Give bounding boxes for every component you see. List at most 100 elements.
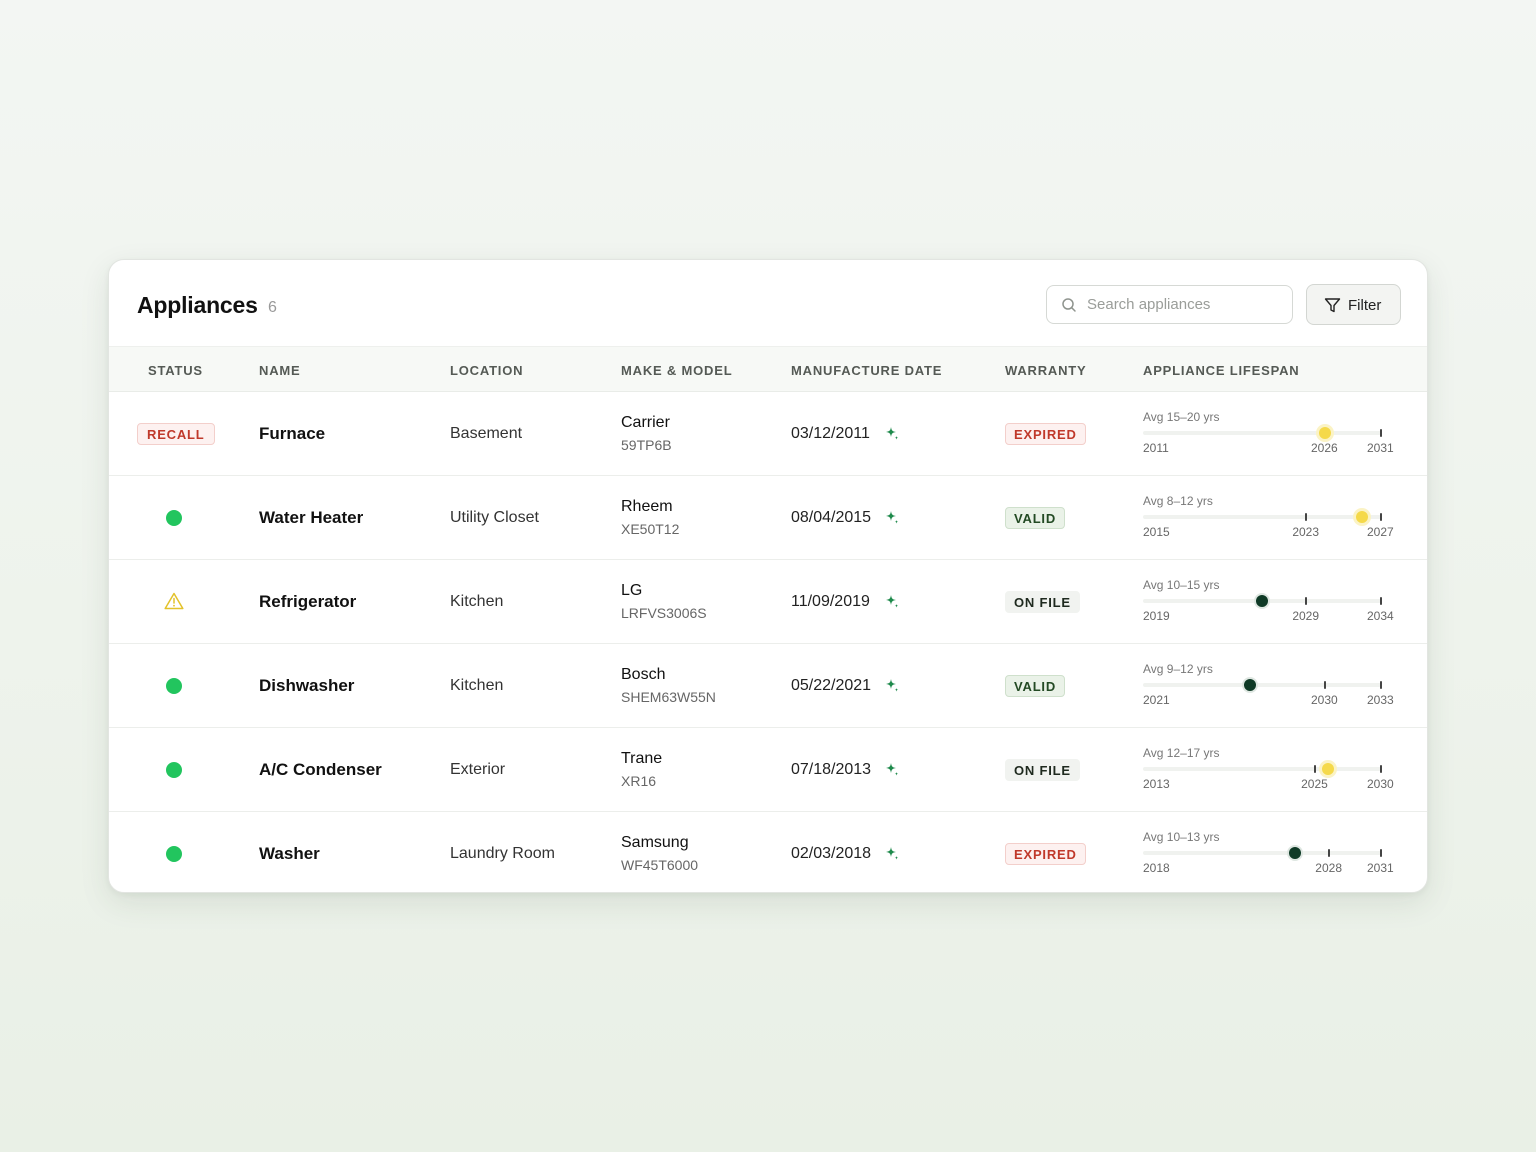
warning-icon xyxy=(164,592,184,610)
lifespan-current-marker xyxy=(1319,427,1331,439)
table-row[interactable]: Refrigerator Kitchen LG LRFVS3006S 11/09… xyxy=(109,560,1427,644)
lifespan-end-year: 2030 xyxy=(1367,777,1394,791)
status-cell xyxy=(137,728,211,812)
column-header-manufacture-date[interactable]: MANUFACTURE DATE xyxy=(791,363,942,378)
table-row[interactable]: RECALL Furnace Basement Carrier 59TP6B 0… xyxy=(109,392,1427,476)
lifespan-start-year: 2013 xyxy=(1143,777,1170,791)
status-ok-dot xyxy=(166,846,182,862)
lifespan-timeline: Avg 12–17 yrs 2013 2025 2030 xyxy=(1143,728,1394,812)
column-header-location[interactable]: LOCATION xyxy=(450,363,523,378)
lifespan-tick-end xyxy=(1380,681,1382,689)
lifespan-mid-year: 2026 xyxy=(1311,441,1338,455)
lifespan-current-marker xyxy=(1322,763,1335,775)
lifespan-mid-year: 2025 xyxy=(1301,777,1328,791)
lifespan-track xyxy=(1143,683,1381,687)
sparkle-icon[interactable] xyxy=(885,677,900,694)
lifespan-tick-mid xyxy=(1324,681,1326,689)
column-header-make-model[interactable]: MAKE & MODEL xyxy=(621,363,732,378)
column-header-lifespan[interactable]: APPLIANCE LIFESPAN xyxy=(1143,363,1299,378)
lifespan-timeline: Avg 10–15 yrs 2019 2029 2034 xyxy=(1143,560,1394,644)
manufacture-date: 07/18/2013 xyxy=(791,761,872,778)
sparkle-icon[interactable] xyxy=(885,845,900,862)
appliance-model: WF45T6000 xyxy=(621,857,699,873)
lifespan-average: Avg 9–12 yrs xyxy=(1143,662,1213,676)
lifespan-average: Avg 10–15 yrs xyxy=(1143,578,1220,592)
lifespan-average: Avg 15–20 yrs xyxy=(1143,410,1220,424)
appliance-make: Trane xyxy=(621,750,663,767)
appliance-location: Laundry Room xyxy=(450,845,555,862)
lifespan-start-year: 2018 xyxy=(1143,861,1170,875)
appliance-count: 6 xyxy=(268,299,277,316)
lifespan-tick-end xyxy=(1380,597,1382,605)
lifespan-current-marker xyxy=(1356,511,1369,523)
lifespan-track xyxy=(1143,767,1381,771)
status-cell xyxy=(137,812,211,892)
lifespan-average: Avg 8–12 yrs xyxy=(1143,494,1213,508)
sparkle-icon[interactable] xyxy=(885,425,900,442)
manufacture-date: 03/12/2011 xyxy=(791,425,870,442)
lifespan-average: Avg 12–17 yrs xyxy=(1143,746,1220,760)
sparkle-icon[interactable] xyxy=(885,593,900,610)
filter-button[interactable]: Filter xyxy=(1306,284,1401,325)
status-cell xyxy=(137,560,211,644)
status-ok-dot xyxy=(166,762,182,778)
appliance-make: Bosch xyxy=(621,666,666,683)
column-header-status[interactable]: STATUS xyxy=(148,363,203,378)
column-header-name[interactable]: NAME xyxy=(259,363,300,378)
search-box[interactable] xyxy=(1046,285,1293,324)
appliance-location: Utility Closet xyxy=(450,509,539,526)
manufacture-date: 02/03/2018 xyxy=(791,845,872,862)
sparkle-icon[interactable] xyxy=(885,509,900,526)
table-header: STATUS NAME LOCATION MAKE & MODEL MANUFA… xyxy=(109,346,1427,392)
lifespan-start-year: 2021 xyxy=(1143,693,1170,707)
appliance-name[interactable]: A/C Condenser xyxy=(259,760,382,780)
lifespan-tick-end xyxy=(1380,849,1382,857)
sparkle-icon[interactable] xyxy=(885,761,900,778)
appliance-model: XE50T12 xyxy=(621,521,680,537)
lifespan-tick-end xyxy=(1380,429,1382,437)
lifespan-mid-year: 2030 xyxy=(1311,693,1338,707)
lifespan-start-year: 2011 xyxy=(1143,441,1169,455)
lifespan-current-marker xyxy=(1255,595,1268,607)
lifespan-mid-year: 2029 xyxy=(1292,609,1320,623)
lifespan-timeline: Avg 15–20 yrs 2011 2026 2031 xyxy=(1143,392,1394,476)
appliance-location: Basement xyxy=(450,425,523,442)
warranty-badge: EXPIRED xyxy=(1005,423,1086,445)
lifespan-start-year: 2015 xyxy=(1143,525,1170,539)
manufacture-date: 11/09/2019 xyxy=(791,593,870,610)
appliance-name[interactable]: Refrigerator xyxy=(259,592,356,612)
appliance-name[interactable]: Washer xyxy=(259,844,320,864)
filter-icon xyxy=(1324,298,1341,313)
status-cell: RECALL xyxy=(137,392,215,476)
lifespan-end-year: 2034 xyxy=(1367,609,1394,623)
lifespan-timeline: Avg 9–12 yrs 2021 2030 2033 xyxy=(1143,644,1394,728)
column-header-warranty[interactable]: WARRANTY xyxy=(1005,363,1087,378)
lifespan-tick-end xyxy=(1380,513,1382,521)
status-ok-dot xyxy=(166,510,182,526)
manufacture-date: 05/22/2021 xyxy=(791,677,872,694)
appliance-model: XR16 xyxy=(621,773,657,789)
table-row[interactable]: A/C Condenser Exterior Trane XR16 07/18/… xyxy=(109,728,1427,812)
table-row[interactable]: Water Heater Utility Closet Rheem XE50T1… xyxy=(109,476,1427,560)
lifespan-mid-year: 2023 xyxy=(1292,525,1320,539)
search-input[interactable] xyxy=(1087,286,1287,323)
lifespan-end-year: 2027 xyxy=(1367,525,1394,539)
lifespan-tick-mid xyxy=(1314,765,1317,773)
appliance-name[interactable]: Water Heater xyxy=(259,508,363,528)
appliance-name[interactable]: Furnace xyxy=(259,424,325,444)
warranty-badge: VALID xyxy=(1005,507,1066,529)
search-icon xyxy=(1062,298,1076,312)
lifespan-track xyxy=(1143,851,1381,855)
appliance-location: Kitchen xyxy=(450,593,504,610)
lifespan-track xyxy=(1143,515,1381,519)
appliance-name[interactable]: Dishwasher xyxy=(259,676,354,696)
warranty-badge: EXPIRED xyxy=(1005,843,1086,865)
table-row[interactable]: Washer Laundry Room Samsung WF45T6000 02… xyxy=(109,812,1427,892)
lifespan-tick-mid xyxy=(1328,849,1331,857)
status-cell xyxy=(137,644,211,728)
table-row[interactable]: Dishwasher Kitchen Bosch SHEM63W55N 05/2… xyxy=(109,644,1427,728)
appliance-model: LRFVS3006S xyxy=(621,605,707,621)
appliance-model: SHEM63W55N xyxy=(621,689,716,705)
appliances-card: Appliances 6 Filter STATUS NAME LOCATION… xyxy=(108,259,1428,893)
lifespan-end-year: 2033 xyxy=(1367,693,1394,707)
